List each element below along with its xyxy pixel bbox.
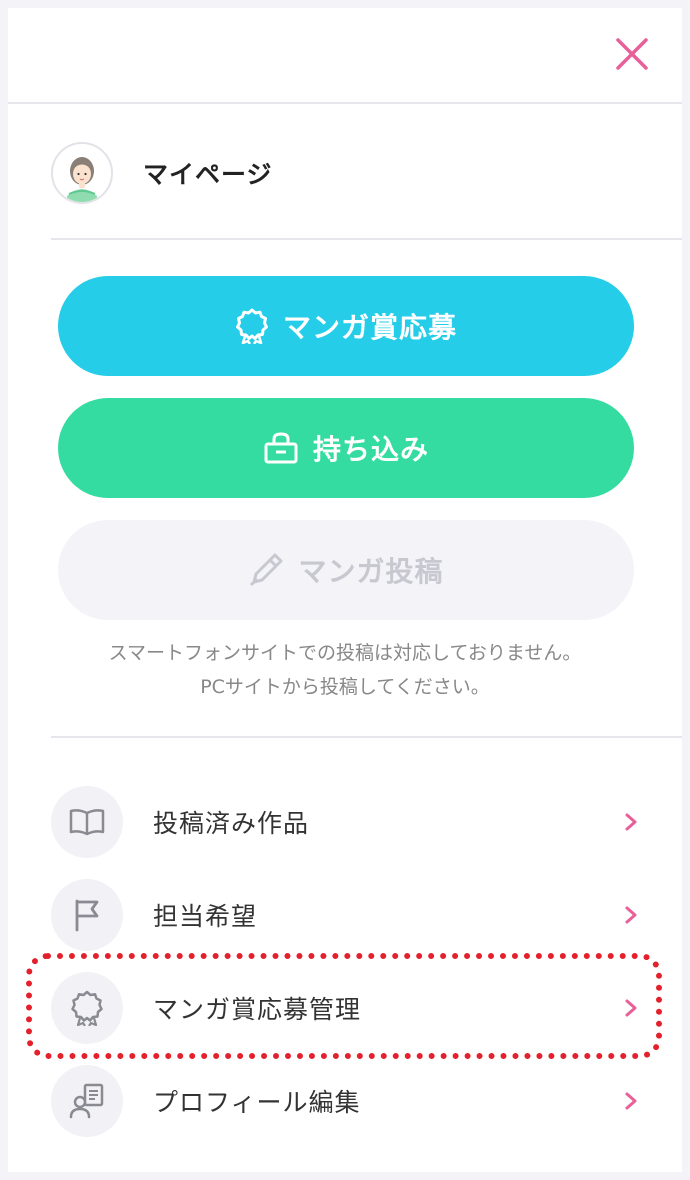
award-icon — [235, 308, 268, 344]
header — [8, 8, 682, 104]
chevron-right-icon — [625, 906, 637, 924]
contest-apply-button[interactable]: マンガ賞応募 — [58, 276, 634, 376]
profile-edit-icon — [51, 1065, 123, 1137]
manga-post-label: マンガ投稿 — [298, 555, 444, 588]
bring-in-button[interactable]: 持ち込み — [58, 398, 634, 498]
menu-item-editor-request[interactable]: 担当希望 — [51, 878, 641, 952]
menu-item-contest-management[interactable]: マンガ賞応募管理 — [51, 971, 641, 1045]
mypage-link[interactable]: マイページ — [51, 140, 651, 206]
mypage-label: マイページ — [143, 160, 273, 189]
menu-label-posted-works: 投稿済み作品 — [153, 809, 310, 838]
menu-label-editor-request: 担当希望 — [153, 902, 258, 931]
menu-item-profile-edit[interactable]: プロフィール編集 — [51, 1064, 641, 1138]
post-notice: スマートフォンサイトでの投稿は対応しておりません。 PCサイトから投稿してくださ… — [8, 636, 682, 704]
menu-panel: マイページ マンガ賞応募 持ち込み マンガ投稿 スマートフォンサイトでの投稿は対… — [8, 8, 682, 1172]
post-notice-line1: スマートフォンサイトでの投稿は対応しておりません。 — [108, 642, 582, 664]
award-icon — [51, 972, 123, 1044]
pen-icon — [250, 553, 283, 587]
close-icon[interactable] — [612, 34, 652, 74]
contest-apply-label: マンガ賞応募 — [282, 311, 457, 344]
menu-item-posted-works[interactable]: 投稿済み作品 — [51, 785, 641, 859]
chevron-right-icon — [625, 1092, 637, 1110]
book-icon — [51, 786, 123, 858]
manga-post-button[interactable]: マンガ投稿 — [58, 520, 634, 620]
chevron-right-icon — [625, 999, 637, 1017]
post-notice-line2: PCサイトから投稿してください。 — [200, 676, 490, 698]
menu-label-contest-management: マンガ賞応募管理 — [153, 995, 362, 1024]
bring-in-label: 持ち込み — [312, 433, 429, 466]
divider — [51, 238, 682, 240]
menu-label-profile-edit: プロフィール編集 — [153, 1088, 361, 1117]
flag-icon — [51, 879, 123, 951]
divider — [51, 736, 682, 738]
bag-icon — [264, 432, 298, 464]
chevron-right-icon — [625, 813, 637, 831]
avatar — [51, 142, 113, 204]
